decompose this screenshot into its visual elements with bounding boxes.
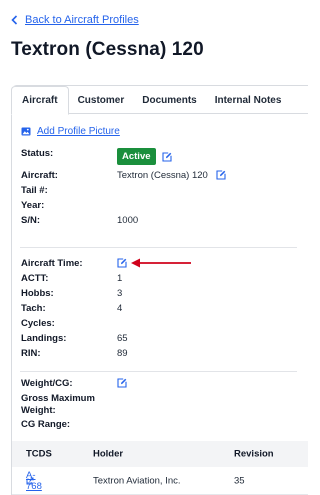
revision-column-header: Revision	[234, 448, 274, 460]
image-icon	[21, 127, 31, 136]
holder-column-header: Holder	[93, 448, 124, 460]
weight-cg-label: Weight/CG:	[21, 378, 73, 389]
add-profile-picture-link[interactable]: Add Profile Picture	[21, 126, 120, 137]
gross-weight-label-line1: Gross Maximum	[21, 393, 95, 404]
aircraft-time-edit-group	[117, 258, 127, 269]
time-row-actt: ACTT: 1	[21, 273, 281, 284]
edit-icon[interactable]	[216, 170, 227, 181]
hobbs-label: Hobbs:	[21, 288, 54, 299]
tcds-cell: A-768	[26, 470, 42, 492]
aircraft-value-group: Textron (Cessna) 120	[117, 170, 227, 181]
edit-icon[interactable]	[117, 258, 127, 269]
tcds-link[interactable]: A-768	[26, 470, 42, 492]
tcds-table-header: TCDS Holder Revision	[12, 441, 308, 467]
tab-documents[interactable]: Documents	[133, 86, 205, 114]
section-divider	[20, 371, 297, 372]
weight-cg-row: Weight/CG:	[21, 378, 281, 389]
sn-value: 1000	[117, 215, 139, 226]
cycles-label: Cycles:	[21, 318, 55, 329]
cg-range-label: CG Range:	[21, 419, 71, 430]
rin-label: RIN:	[21, 348, 41, 359]
status-label: Status:	[21, 148, 54, 159]
tab-customer[interactable]: Customer	[69, 86, 134, 114]
tcds-column-header: TCDS	[26, 448, 52, 460]
holder-cell: Textron Aviation, Inc.	[93, 475, 181, 486]
tab-internal-notes[interactable]: Internal Notes	[206, 86, 291, 114]
tach-value: 4	[117, 303, 123, 314]
add-profile-picture-label[interactable]: Add Profile Picture	[37, 126, 120, 137]
sn-row: S/N: 1000	[21, 215, 281, 226]
cg-range-row: CG Range:	[21, 419, 70, 430]
section-divider	[20, 247, 297, 248]
tail-row: Tail #:	[21, 185, 281, 196]
time-row-tach: Tach: 4	[21, 303, 281, 314]
chevron-left-icon	[11, 15, 18, 25]
weight-cg-edit-group	[117, 378, 127, 389]
tab-aircraft[interactable]: Aircraft	[11, 86, 69, 115]
landings-value: 65	[117, 333, 128, 344]
time-row-rin: RIN: 89	[21, 348, 281, 359]
year-row: Year:	[21, 200, 281, 211]
time-row-hobbs: Hobbs: 3	[21, 288, 281, 299]
actt-label: ACTT:	[21, 273, 49, 284]
tail-label: Tail #:	[21, 185, 48, 196]
hobbs-value: 3	[117, 288, 123, 299]
back-link-label[interactable]: Back to Aircraft Profiles	[25, 14, 139, 26]
annotation-arrow-icon	[131, 258, 191, 268]
revision-cell: 35	[234, 475, 245, 486]
back-link[interactable]: Back to Aircraft Profiles	[11, 14, 139, 26]
rin-value: 89	[117, 348, 128, 359]
landings-label: Landings:	[21, 333, 67, 344]
status-value-group: Active	[117, 148, 172, 165]
actt-value: 1	[117, 273, 123, 284]
aircraft-time-label: Aircraft Time:	[21, 258, 83, 269]
profile-card: Aircraft Customer Documents Internal Not…	[11, 85, 308, 495]
status-row: Status:	[21, 148, 53, 159]
sn-label: S/N:	[21, 215, 40, 226]
time-row-landings: Landings: 65	[21, 333, 281, 344]
status-badge: Active	[117, 148, 156, 165]
table-row: A-768 Textron Aviation, Inc. 35	[12, 467, 308, 495]
edit-icon[interactable]	[117, 378, 127, 389]
year-label: Year:	[21, 200, 45, 211]
aircraft-label: Aircraft:	[21, 170, 58, 181]
edit-icon[interactable]	[161, 151, 172, 162]
page-title: Textron (Cessna) 120	[11, 39, 204, 60]
aircraft-row: Aircraft: Textron (Cessna) 120	[21, 170, 281, 181]
tab-bar: Aircraft Customer Documents Internal Not…	[11, 86, 308, 115]
gross-weight-row: Gross Maximum Weight:	[21, 393, 95, 416]
time-row-cycles: Cycles:	[21, 318, 281, 329]
tach-label: Tach:	[21, 303, 46, 314]
gross-weight-label-line2: Weight:	[21, 405, 56, 416]
aircraft-value: Textron (Cessna) 120	[117, 170, 208, 181]
